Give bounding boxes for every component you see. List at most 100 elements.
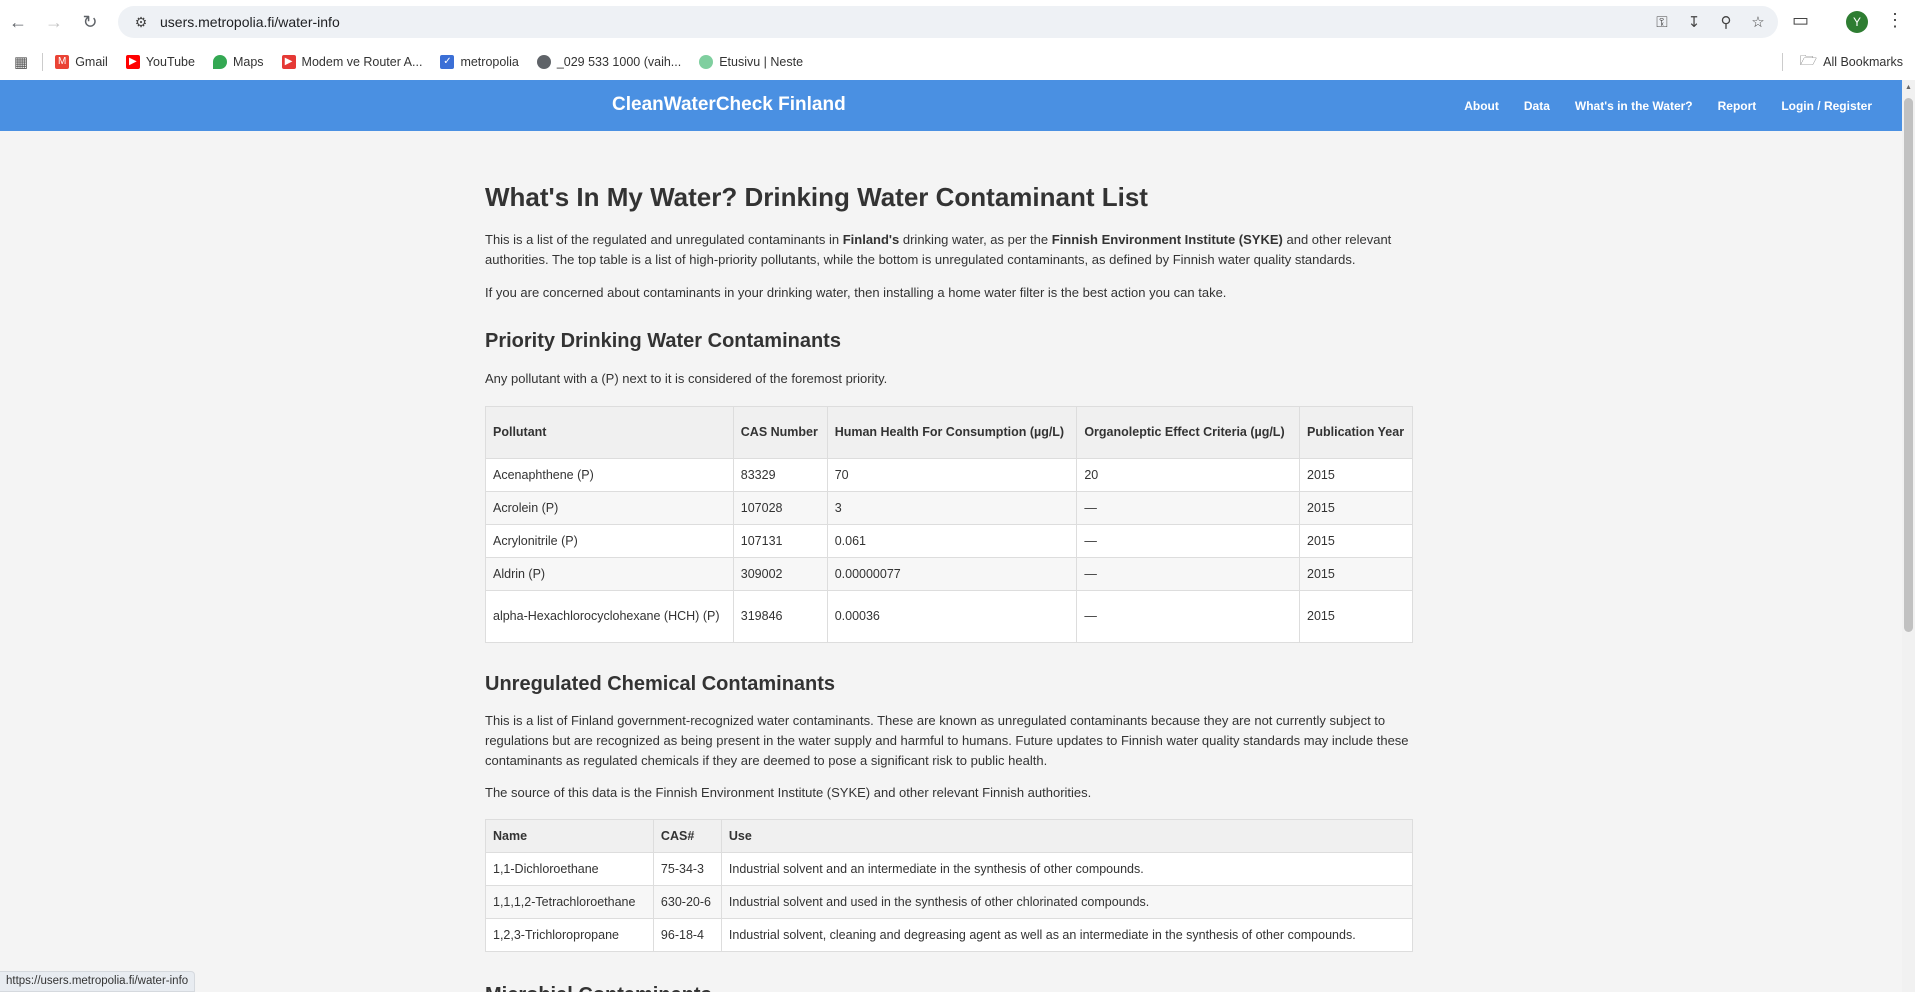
unregulated-description: This is a list of Finland government-rec… xyxy=(485,712,1409,768)
cell-name: 1,2,3-Trichloropropane xyxy=(485,917,654,952)
link-status-bar: https://users.metropolia.fi/water-info xyxy=(0,971,196,992)
intro-text: This is a list of the regulated and unre… xyxy=(485,231,843,247)
nav-login-register[interactable]: Login / Register xyxy=(1781,99,1872,113)
site-nav: About Data What's in the Water? Report L… xyxy=(1464,80,1872,131)
browser-toolbar: ← → ↻ ⚙ users.metropolia.fi/water-info ⚿… xyxy=(0,0,1915,44)
cell-cas: 107028 xyxy=(732,490,828,525)
bookmark-label: YouTube xyxy=(145,55,195,69)
folder-icon: 🗁 xyxy=(1799,52,1818,68)
cell-pollutant: Acrolein (P) xyxy=(485,490,734,525)
table-row: Acenaphthene (P) 83329 70 20 2015 xyxy=(485,457,1413,492)
cell-year: 2015 xyxy=(1299,589,1413,643)
cell-organoleptic: — xyxy=(1076,523,1301,558)
cell-use: Industrial solvent and used in the synth… xyxy=(720,884,1414,919)
cell-pollutant: alpha-Hexachlorocyclohexane (HCH) (P) xyxy=(485,589,734,643)
cell-cas: 83329 xyxy=(732,457,828,492)
cell-cas: 107131 xyxy=(732,523,828,558)
cell-health: 0.00036 xyxy=(826,589,1078,643)
bookmarks-divider xyxy=(42,53,44,71)
nav-about[interactable]: About xyxy=(1464,99,1499,113)
unregulated-table: Name CAS# Use 1,1-Dichloroethane 75-34-3… xyxy=(485,818,1414,952)
cell-cas: 96-18-4 xyxy=(652,917,722,952)
cell-health: 0.00000077 xyxy=(826,556,1078,591)
table-row: 1,2,3-Trichloropropane 96-18-4 Industria… xyxy=(485,917,1414,952)
table-row: Acrylonitrile (P) 107131 0.061 — 2015 xyxy=(485,523,1413,558)
cell-organoleptic: — xyxy=(1076,556,1301,591)
scroll-up-icon[interactable]: ▲ xyxy=(1902,84,1915,91)
scroll-thumb[interactable] xyxy=(1904,98,1913,632)
site-title[interactable]: CleanWaterCheck Finland xyxy=(612,94,846,116)
cell-organoleptic: — xyxy=(1076,490,1301,525)
bookmarks-bar: ▦ M Gmail ▶ YouTube Maps ▶ Modem ve Rout… xyxy=(0,44,1915,80)
bookmark-modem[interactable]: ▶ Modem ve Router A... xyxy=(281,55,423,69)
table-row: 1,1,1,2-Tetrachloroethane 630-20-6 Indus… xyxy=(485,884,1414,919)
menu-icon[interactable]: ⋮ xyxy=(1886,10,1904,31)
cell-year: 2015 xyxy=(1299,490,1413,525)
address-bar[interactable]: ⚙ users.metropolia.fi/water-info ⚿ ↧ ⚲ ☆ xyxy=(118,6,1778,38)
bookmark-phone[interactable]: _029 533 1000 (vaih... xyxy=(536,55,682,69)
cell-cas: 309002 xyxy=(732,556,828,591)
globe-icon xyxy=(536,55,551,69)
back-icon[interactable]: ← xyxy=(0,4,36,40)
nav-data[interactable]: Data xyxy=(1524,99,1550,113)
bookmark-label: _029 533 1000 (vaih... xyxy=(556,55,682,69)
extensions-icon[interactable]: ▭ xyxy=(1792,10,1809,31)
col-organoleptic: Organoleptic Effect Criteria (µg/L) xyxy=(1076,405,1301,459)
col-cas: CAS# xyxy=(652,818,722,853)
cell-cas: 319846 xyxy=(732,589,828,643)
table-row: alpha-Hexachlorocyclohexane (HCH) (P) 31… xyxy=(485,589,1413,643)
bookmark-youtube[interactable]: ▶ YouTube xyxy=(125,55,195,69)
bookmark-metropolia[interactable]: ✓ metropolia xyxy=(440,55,519,69)
bookmark-gmail[interactable]: M Gmail xyxy=(55,55,108,69)
bookmark-label: Modem ve Router A... xyxy=(301,55,423,69)
table-row: Acrolein (P) 107028 3 — 2015 xyxy=(485,490,1413,525)
cell-year: 2015 xyxy=(1299,556,1413,591)
priority-table: Pollutant CAS Number Human Health For Co… xyxy=(485,405,1413,643)
url-text[interactable]: users.metropolia.fi/water-info xyxy=(160,14,340,30)
zoom-icon[interactable]: ⚲ xyxy=(1716,13,1736,31)
col-use: Use xyxy=(720,818,1414,853)
bookmark-maps[interactable]: Maps xyxy=(212,55,264,69)
cell-cas: 75-34-3 xyxy=(652,851,722,886)
data-source-note: The source of this data is the Finnish E… xyxy=(485,784,1092,800)
youtube-icon: ▶ xyxy=(125,55,140,69)
forward-icon[interactable]: → xyxy=(36,4,72,40)
cell-organoleptic: 20 xyxy=(1076,457,1301,492)
cell-pollutant: Acrylonitrile (P) xyxy=(485,523,734,558)
table-row: Aldrin (P) 309002 0.00000077 — 2015 xyxy=(485,556,1413,591)
col-pollutant: Pollutant xyxy=(485,405,734,459)
bookmark-label: Etusivu | Neste xyxy=(719,55,804,69)
apps-grid-icon[interactable]: ▦ xyxy=(14,53,28,71)
reload-icon[interactable]: ↻ xyxy=(72,4,108,40)
all-bookmarks-button[interactable]: 🗁 All Bookmarks xyxy=(1800,44,1903,80)
bookmark-label: Maps xyxy=(232,55,264,69)
star-icon[interactable]: ☆ xyxy=(1748,13,1768,31)
avatar[interactable]: Y xyxy=(1846,11,1868,33)
col-publication-year: Publication Year xyxy=(1299,405,1413,459)
cell-cas: 630-20-6 xyxy=(652,884,722,919)
filter-advice: If you are concerned about contaminants … xyxy=(485,284,1227,300)
site-info-icon[interactable]: ⚙ xyxy=(124,14,158,31)
site-header: CleanWaterCheck Finland About Data What'… xyxy=(0,80,1902,131)
key-icon[interactable]: ⚿ xyxy=(1652,14,1672,31)
cell-health: 70 xyxy=(826,457,1078,492)
intro-bold-finland: Finland's xyxy=(842,231,900,247)
maps-pin-icon xyxy=(212,55,227,69)
metropolia-icon: ✓ xyxy=(440,55,455,69)
microbial-heading: Microbial Contaminants xyxy=(485,984,1413,992)
cell-use: Industrial solvent and an intermediate i… xyxy=(720,851,1414,886)
page-scrollbar[interactable]: ▲ xyxy=(1902,80,1915,992)
cell-organoleptic: — xyxy=(1076,589,1301,643)
all-bookmarks-label: All Bookmarks xyxy=(1823,55,1903,69)
nav-report[interactable]: Report xyxy=(1718,99,1757,113)
table-row: 1,1-Dichloroethane 75-34-3 Industrial so… xyxy=(485,851,1414,886)
main-content: What's In My Water? Drinking Water Conta… xyxy=(485,131,1414,992)
priority-heading: Priority Drinking Water Contaminants xyxy=(485,329,841,352)
cell-name: 1,1-Dichloroethane xyxy=(485,851,654,886)
install-icon[interactable]: ↧ xyxy=(1684,13,1704,31)
nav-whats-in-water[interactable]: What's in the Water? xyxy=(1575,99,1693,113)
cell-pollutant: Acenaphthene (P) xyxy=(485,457,734,492)
cell-year: 2015 xyxy=(1299,457,1413,492)
bookmark-neste[interactable]: Etusivu | Neste xyxy=(699,55,803,69)
col-human-health: Human Health For Consumption (µg/L) xyxy=(826,405,1078,459)
